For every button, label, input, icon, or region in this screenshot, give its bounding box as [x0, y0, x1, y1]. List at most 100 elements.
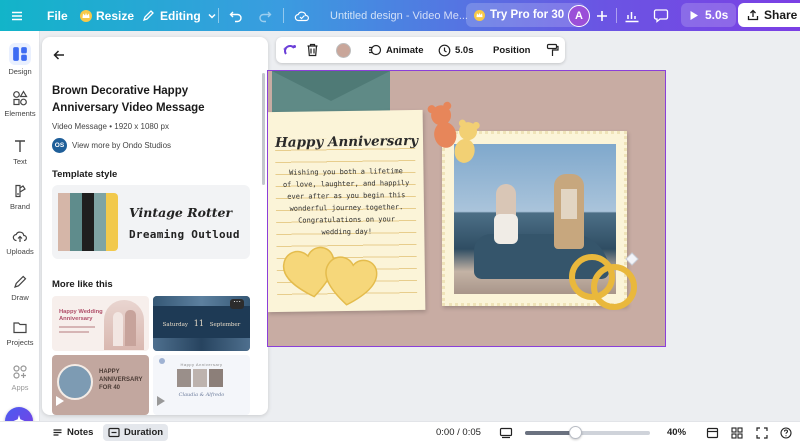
fit-page-icon[interactable] [499, 422, 513, 442]
top-bar: File Resize Editing Untitled design - Vi… [0, 0, 800, 31]
divider [616, 8, 617, 23]
card-message: Wishing you both a lifetime of love, lau… [273, 165, 419, 239]
rail-item-projects[interactable]: Projects [0, 319, 40, 359]
design-canvas[interactable]: Happy Anniversary Wishing you both a lif… [267, 70, 666, 347]
rail-label: Projects [6, 338, 34, 347]
palette-swatch [70, 193, 82, 251]
back-arrow-icon[interactable] [52, 48, 66, 67]
help-icon[interactable] [780, 422, 792, 442]
rail-label: Brand [9, 202, 30, 211]
animate-icon [369, 44, 382, 56]
thumbnail-line [59, 326, 95, 328]
duration-button[interactable]: 5.0s [438, 37, 474, 63]
rail-item-text[interactable]: Text [0, 138, 40, 178]
document-title[interactable]: Untitled design - Video Me... [330, 0, 468, 31]
rail-item-uploads[interactable]: Uploads [0, 228, 40, 268]
avatar[interactable]: A [568, 4, 590, 28]
paint-format-icon[interactable] [546, 37, 559, 63]
grid-view-icon[interactable] [731, 422, 743, 442]
design-icon [9, 43, 31, 65]
template-thumbnail[interactable]: ⋯ Saturday 11 September [153, 296, 250, 351]
timeline-icon [108, 427, 120, 438]
time-label: 0:00 / 0:05 [436, 427, 481, 438]
share-button[interactable]: Share [738, 3, 800, 27]
thumbnail-photo [177, 369, 191, 387]
more-options-icon[interactable]: ⋯ [230, 298, 244, 309]
zoom-level[interactable]: 40% [667, 422, 686, 442]
rail-label: Draw [11, 293, 29, 302]
rail-label: Apps [11, 383, 29, 392]
thumbnail-text: HAPPY [99, 369, 120, 375]
divider [283, 8, 284, 23]
animate-label: Animate [386, 44, 424, 56]
crown-icon [80, 9, 92, 22]
menu-icon[interactable] [10, 0, 24, 31]
rail-item-design[interactable]: Design [0, 43, 40, 83]
thumbnail-photo [209, 369, 223, 387]
zoom-slider-handle[interactable] [569, 425, 582, 439]
template-thumbnail[interactable]: HAPPY ANNIVERSARY FOR 40 [52, 355, 149, 415]
rail-item-apps[interactable]: Apps [0, 364, 40, 404]
notes-label: Notes [67, 427, 94, 438]
rail-label: Design [8, 67, 32, 76]
play-preview-button[interactable]: 5.0s [681, 3, 737, 27]
clock-icon [438, 44, 451, 56]
zoom-slider[interactable] [525, 422, 650, 442]
font-sample-body: Dreaming Outloud [129, 228, 240, 241]
panel-scrollbar[interactable] [262, 73, 265, 185]
notes-button[interactable]: Notes [52, 422, 93, 442]
duration-toggle-button[interactable]: Duration [103, 424, 169, 441]
add-collaborator-icon[interactable] [596, 0, 608, 31]
play-duration-label: 5.0s [705, 8, 729, 22]
animate-button[interactable]: Animate [368, 37, 423, 63]
undo-icon[interactable] [229, 0, 243, 31]
file-label: File [47, 8, 68, 23]
template-thumbnail[interactable]: Happy Wedding Anniversary [52, 296, 149, 351]
file-menu[interactable]: File [47, 0, 68, 31]
pages-view-icon[interactable] [706, 422, 719, 442]
resize-button[interactable]: Resize [80, 0, 134, 31]
thumbnail-text: 11 [193, 319, 204, 328]
doc-title-text: Untitled design - Video Me... [330, 9, 468, 22]
palette-swatch [58, 193, 70, 251]
rail-item-elements[interactable]: Elements [0, 90, 40, 130]
color-swatch [336, 42, 351, 58]
rail-item-brand[interactable]: Brand [0, 183, 40, 223]
color-picker-button[interactable] [336, 37, 351, 63]
author-avatar: OS [52, 138, 67, 153]
thumbnail-text: ANNIVERSARY [99, 377, 143, 383]
comments-icon[interactable] [653, 0, 669, 31]
thumbnail-text: FOR 40 [99, 385, 121, 391]
avatar-initial: A [568, 5, 590, 27]
template-detail-panel: Brown Decorative Happy Anniversary Video… [42, 37, 268, 415]
position-label: Position [493, 44, 531, 56]
thumbnail-text: September [209, 322, 241, 328]
couple-photo [57, 364, 93, 400]
play-icon [690, 10, 698, 20]
editing-mode-button[interactable]: Editing [142, 0, 217, 31]
trash-icon[interactable] [306, 37, 319, 63]
palette-swatch [82, 193, 94, 251]
author-link[interactable]: View more by Ondo Studios [72, 141, 171, 150]
palette-swatch [106, 193, 118, 251]
apps-icon [13, 365, 27, 379]
position-button[interactable]: Position [493, 37, 530, 63]
message-line: wonderful journey together. [289, 203, 404, 213]
template-style-card[interactable]: Vintage Rotter Dreaming Outloud [52, 185, 250, 259]
play-icon [56, 396, 64, 406]
thumbnail-text: Happy Anniversary [180, 362, 223, 367]
template-thumbnail[interactable]: Happy Anniversary Claudia & Alfredo [153, 355, 250, 415]
rail-label: Elements [4, 109, 36, 118]
fullscreen-icon[interactable] [756, 422, 768, 442]
insights-icon[interactable] [624, 0, 640, 31]
cloud-save-icon[interactable] [294, 0, 310, 31]
magic-edit-icon[interactable] [283, 37, 298, 63]
rail-item-draw[interactable]: Draw [0, 274, 40, 314]
redo-icon[interactable] [258, 0, 272, 31]
notes-icon [53, 429, 62, 436]
card-heading: Happy Anniversary [274, 132, 419, 151]
more-like-this-heading: More like this [52, 279, 113, 290]
share-label: Share [764, 8, 798, 22]
pencil-icon [142, 10, 154, 22]
try-pro-label: Try Pro for 30 ... [490, 9, 577, 21]
